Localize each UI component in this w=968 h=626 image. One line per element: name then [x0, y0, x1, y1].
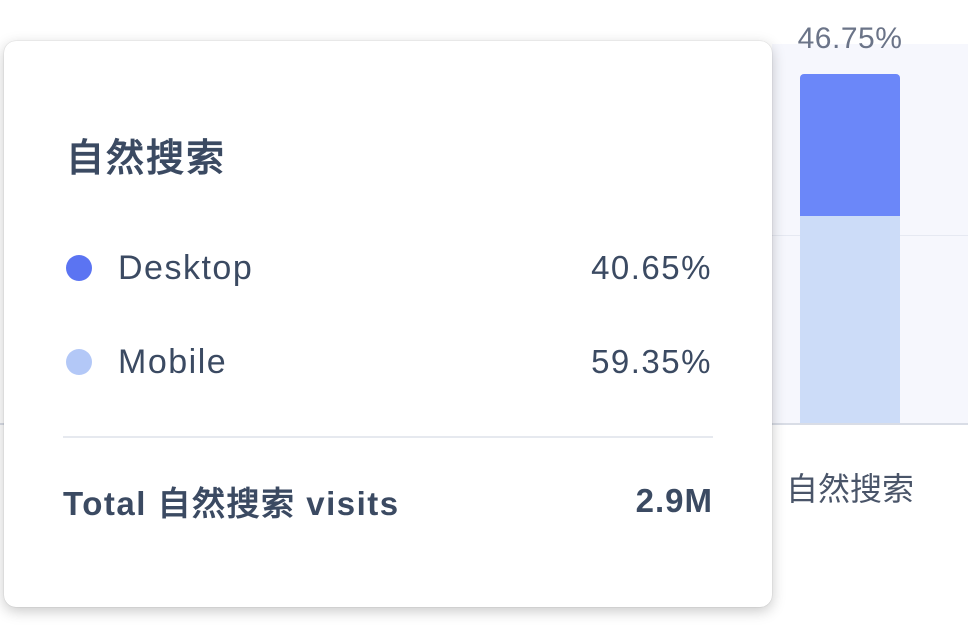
tooltip-total-row: Total 自然搜索 visits 2.9M: [63, 476, 713, 526]
x-tick-label: 自然搜索: [785, 471, 914, 507]
tooltip-row-mobile: Mobile 59.35%: [66, 340, 712, 384]
tooltip-series-value: 40.65%: [591, 249, 712, 286]
chart-tooltip: 自然搜索 Desktop 40.65% Mobile 59.35% Total …: [4, 41, 772, 607]
legend-dot-icon: [66, 255, 92, 281]
tooltip-total-value: 2.9M: [635, 482, 713, 519]
tooltip-total-label: Total 自然搜索 visits: [63, 485, 400, 522]
tooltip-series-value: 59.35%: [591, 343, 712, 380]
stacked-bar[interactable]: [800, 74, 900, 423]
bar-segment-mobile[interactable]: [800, 215, 900, 423]
tooltip-title: 自然搜索: [66, 138, 227, 180]
bar-segment-desktop[interactable]: [800, 74, 900, 216]
tooltip-series-name: Mobile: [118, 342, 228, 381]
bar-total-label: 46.75%: [797, 22, 903, 55]
tooltip-series-name: Desktop: [118, 248, 254, 287]
legend-dot-icon: [66, 349, 92, 375]
tooltip-row-desktop: Desktop 40.65%: [66, 246, 712, 290]
tooltip-divider: [63, 436, 713, 438]
